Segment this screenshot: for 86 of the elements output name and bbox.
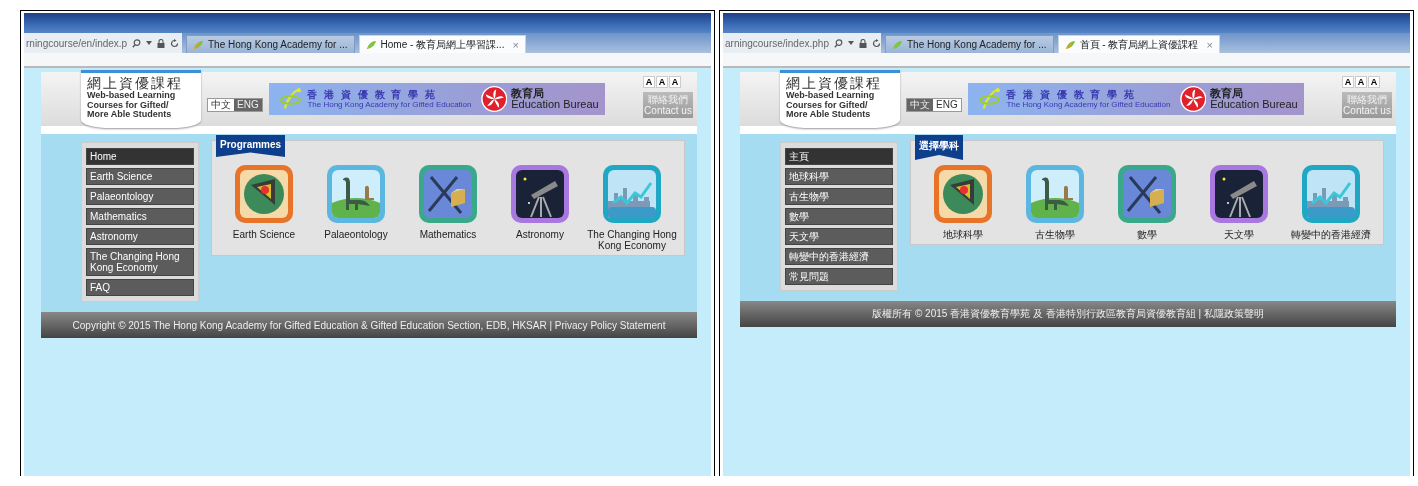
site-title: 網上資優課程: [87, 75, 184, 91]
programme-link[interactable]: 轉變中的香港經濟: [1285, 163, 1377, 240]
address-bar[interactable]: arningcourse/index.php: [723, 33, 881, 53]
dinosaur-icon: [1024, 163, 1086, 225]
site-title: 網上資優課程: [786, 75, 883, 91]
bauhinia-emblem-icon: [1179, 85, 1207, 113]
font-size-button[interactable]: A: [643, 76, 655, 88]
menu-item[interactable]: Home: [86, 148, 194, 165]
site-subtitle: Web-based Learning Courses for Gifted/ More Able Students: [786, 91, 876, 120]
browser-tab[interactable]: 首頁 - 教育局網上資優課程 ×: [1057, 35, 1220, 53]
academy-logo-icon: [278, 87, 304, 111]
geometry-tools-icon: [417, 163, 479, 225]
menu-item[interactable]: 常見問題: [785, 268, 893, 285]
refresh-icon[interactable]: [871, 38, 881, 48]
academy-name: The Hong Kong Academy for Gifted Education: [1006, 100, 1172, 109]
bureau-name-chinese: 教育局: [511, 88, 546, 99]
telescope-icon: [1208, 163, 1270, 225]
language-button[interactable]: 中文: [907, 99, 933, 111]
menu-item[interactable]: The Changing Hong Kong Economy: [86, 248, 194, 276]
bureau-name: Education Bureau: [511, 99, 599, 110]
programme-link[interactable]: Palaeontology: [310, 163, 402, 251]
leaf-icon: [365, 39, 377, 50]
address-bar[interactable]: rningcourse/en/index.p: [24, 33, 182, 53]
programmes-heading: Programmes: [216, 135, 286, 157]
programme-link[interactable]: The Changing Hong Kong Economy: [586, 163, 678, 251]
programme-link[interactable]: Astronomy: [494, 163, 586, 251]
browser-tab[interactable]: The Hong Kong Academy for ...: [885, 35, 1054, 53]
refresh-icon[interactable]: [170, 38, 180, 48]
academy-name-chinese: 香 港 資 優 教 育 學 苑: [307, 89, 438, 100]
dropdown-caret-icon[interactable]: [146, 41, 153, 45]
leaf-icon: [193, 39, 204, 50]
menu-item[interactable]: Earth Science: [86, 168, 194, 185]
close-tab-button[interactable]: ×: [1206, 38, 1213, 51]
city-skyline-icon: [601, 163, 663, 225]
bauhinia-emblem-icon: [480, 85, 508, 113]
font-size-button[interactable]: A: [1342, 76, 1354, 88]
earth-layers-icon: [932, 163, 994, 225]
menu-item[interactable]: Palaeontology: [86, 188, 194, 205]
menu-item[interactable]: Astronomy: [86, 228, 194, 245]
site-logo[interactable]: 網上資優課程 Web-based Learning Courses for Gifted/ More Able Students: [780, 70, 900, 128]
font-size-button[interactable]: A: [1368, 76, 1380, 88]
language-button[interactable]: 中文: [208, 99, 234, 111]
site-subtitle: Web-based Learning Courses for Gifted/ More Able Students: [87, 91, 177, 120]
menu-item[interactable]: 主頁: [785, 148, 893, 165]
programme-link[interactable]: Earth Science: [218, 163, 310, 251]
browser-tab[interactable]: Home - 教育局網上學習課... ×: [358, 35, 526, 53]
academy-name-chinese: 香 港 資 優 教 育 學 苑: [1006, 89, 1137, 100]
copyright-text: Copyright © 2015 The Hong Kong Academy for Gifted Education & Gifted Education Section, EDB, HKSAR | Privacy Policy Statement: [72, 319, 666, 331]
menu-item[interactable]: FAQ: [86, 279, 194, 296]
copyright-text: 版權所有 © 2015 香港資優教育學苑 及 香港特別行政區教育局資優教育組 | 私隱政策聲明: [872, 307, 1264, 321]
dropdown-caret-icon[interactable]: [847, 41, 854, 45]
lock-icon: [858, 38, 867, 48]
search-icon[interactable]: [833, 38, 843, 48]
academy-logo-icon: [977, 87, 1003, 111]
city-skyline-icon: [1300, 163, 1362, 225]
language-button[interactable]: ENG: [933, 99, 961, 111]
dinosaur-icon: [325, 163, 387, 225]
programme-link[interactable]: 地球科學: [917, 163, 1009, 240]
programme-link[interactable]: 天文學: [1193, 163, 1285, 240]
menu-item[interactable]: 數學: [785, 208, 893, 225]
close-tab-button[interactable]: ×: [512, 38, 519, 51]
menu-item[interactable]: 地球科學: [785, 168, 893, 185]
menu-item[interactable]: Mathematics: [86, 208, 194, 225]
font-size-button[interactable]: A: [656, 76, 668, 88]
leaf-icon: [892, 39, 903, 50]
menu-item[interactable]: 天文學: [785, 228, 893, 245]
search-icon[interactable]: [132, 38, 142, 48]
telescope-icon: [509, 163, 571, 225]
language-button[interactable]: ENG: [234, 99, 262, 111]
programmes-heading: 選擇學科: [915, 135, 963, 160]
earth-layers-icon: [233, 163, 295, 225]
bureau-name-chinese: 教育局: [1210, 88, 1245, 99]
font-size-button[interactable]: A: [669, 76, 681, 88]
bureau-name: Education Bureau: [1210, 99, 1298, 110]
browser-tab[interactable]: The Hong Kong Academy for ...: [186, 35, 355, 53]
leaf-icon: [1064, 39, 1076, 50]
programme-link[interactable]: 數學: [1101, 163, 1193, 240]
lock-icon: [157, 38, 166, 48]
menu-item[interactable]: 古生物學: [785, 188, 893, 205]
font-size-button[interactable]: A: [1355, 76, 1367, 88]
programme-link[interactable]: Mathematics: [402, 163, 494, 251]
academy-name: The Hong Kong Academy for Gifted Education: [307, 100, 473, 109]
geometry-tools-icon: [1116, 163, 1178, 225]
menu-item[interactable]: 轉變中的香港經濟: [785, 248, 893, 265]
site-logo[interactable]: 網上資優課程 Web-based Learning Courses for Gifted/ More Able Students: [81, 70, 201, 128]
programme-link[interactable]: 古生物學: [1009, 163, 1101, 240]
